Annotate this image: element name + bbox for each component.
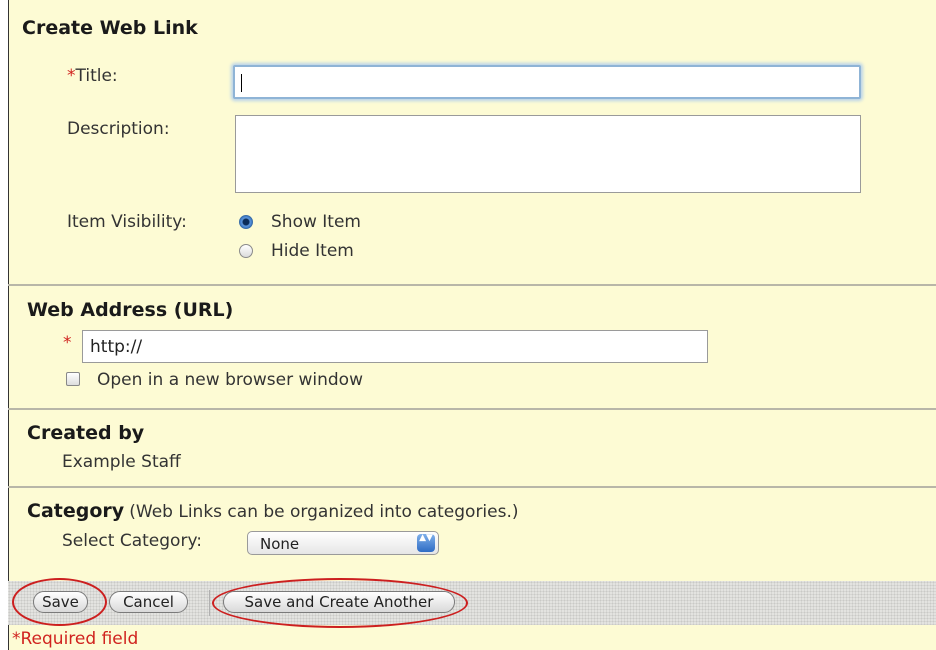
save-and-create-another-button[interactable]: Save and Create Another <box>223 591 455 613</box>
required-field-note: *Required field <box>12 629 139 649</box>
save-button[interactable]: Save <box>33 591 88 613</box>
url-input-value: http:// <box>90 337 143 357</box>
required-marker: * <box>67 66 76 86</box>
description-label: Description: <box>67 119 170 139</box>
text-caret <box>241 74 242 92</box>
new-window-checkbox[interactable] <box>66 372 80 386</box>
hide-item-label[interactable]: Hide Item <box>271 241 354 261</box>
created-by-value: Example Staff <box>62 452 181 472</box>
select-arrows-icon: ▲▼ <box>417 534 435 552</box>
created-by-heading: Created by <box>27 422 145 444</box>
title-label: *Title: <box>67 66 118 86</box>
category-hint: (Web Links can be organized into categor… <box>129 502 519 522</box>
url-input[interactable]: http:// <box>82 330 708 363</box>
title-input[interactable] <box>233 65 861 99</box>
show-item-label[interactable]: Show Item <box>271 212 361 232</box>
category-select[interactable]: None ▲▼ <box>247 531 439 555</box>
category-select-value: None <box>260 535 300 553</box>
section-divider <box>8 284 936 286</box>
web-address-heading: Web Address (URL) <box>27 299 234 321</box>
hide-item-radio[interactable] <box>239 244 253 258</box>
description-input[interactable] <box>235 115 861 193</box>
show-item-radio[interactable] <box>239 215 253 229</box>
cancel-button[interactable]: Cancel <box>109 591 188 613</box>
select-category-label: Select Category: <box>62 531 202 551</box>
section-divider <box>8 486 936 488</box>
visibility-label: Item Visibility: <box>67 212 187 232</box>
category-heading-row: Category (Web Links can be organized int… <box>27 500 519 522</box>
url-required-marker: * <box>63 333 72 353</box>
form-heading: Create Web Link <box>22 17 198 39</box>
section-divider <box>8 408 936 410</box>
button-separator <box>209 590 210 616</box>
category-heading: Category <box>27 500 125 522</box>
new-window-label[interactable]: Open in a new browser window <box>97 370 363 390</box>
